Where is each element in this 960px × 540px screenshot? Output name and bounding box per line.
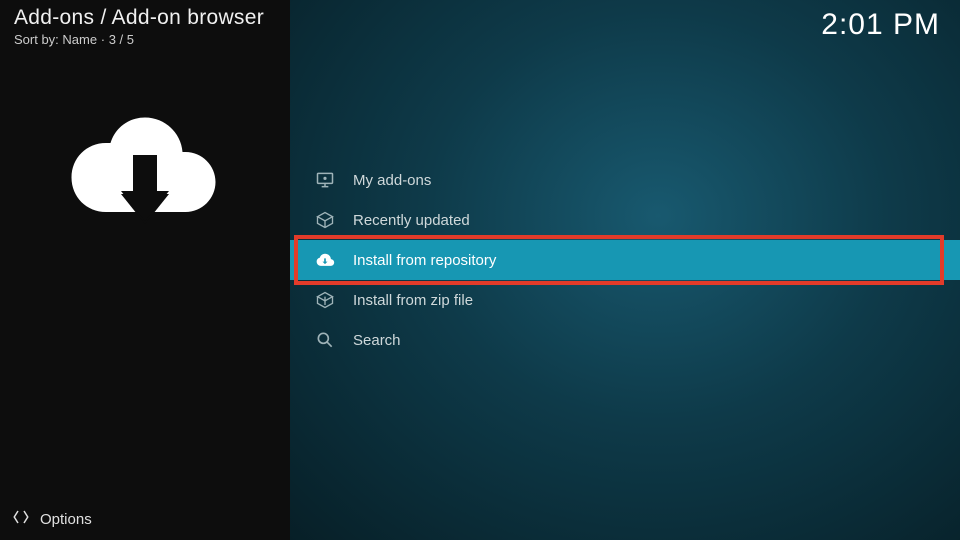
sort-sep: ·: [101, 32, 109, 47]
menu-item-label: Recently updated: [353, 212, 470, 229]
sort-value: Name: [62, 32, 97, 47]
menu-item-label: Search: [353, 332, 401, 349]
menu-item-search[interactable]: Search: [290, 320, 960, 360]
sidebar: Add-ons / Add-on browser Sort by: Name ·…: [0, 0, 290, 540]
sort-position: 3 / 5: [109, 32, 134, 47]
options-button[interactable]: Options: [12, 508, 92, 530]
cloud-down-icon: [315, 250, 335, 270]
sort-prefix: Sort by:: [14, 32, 59, 47]
options-icon: [12, 508, 30, 530]
menu-item-recently-updated[interactable]: Recently updated: [290, 200, 960, 240]
menu-item-label: My add-ons: [353, 172, 431, 189]
main-panel: 2:01 PM My add-ons Recently updated: [290, 0, 960, 540]
menu-item-install-from-zip[interactable]: Install from zip file: [290, 280, 960, 320]
clock: 2:01 PM: [821, 8, 940, 42]
menu-item-install-from-repository[interactable]: Install from repository: [290, 240, 960, 280]
options-label: Options: [40, 511, 92, 528]
zip-icon: [315, 290, 335, 310]
breadcrumb: Add-ons / Add-on browser: [14, 6, 264, 30]
search-icon: [315, 330, 335, 350]
sort-line: Sort by: Name · 3 / 5: [14, 32, 264, 47]
monitor-icon: [315, 170, 335, 190]
menu-item-label: Install from repository: [353, 252, 496, 269]
menu-list: My add-ons Recently updated Install from…: [290, 160, 960, 360]
header-block: Add-ons / Add-on browser Sort by: Name ·…: [14, 6, 264, 47]
cloud-download-icon: [70, 95, 220, 245]
menu-item-label: Install from zip file: [353, 292, 473, 309]
box-icon: [315, 210, 335, 230]
menu-item-my-addons[interactable]: My add-ons: [290, 160, 960, 200]
